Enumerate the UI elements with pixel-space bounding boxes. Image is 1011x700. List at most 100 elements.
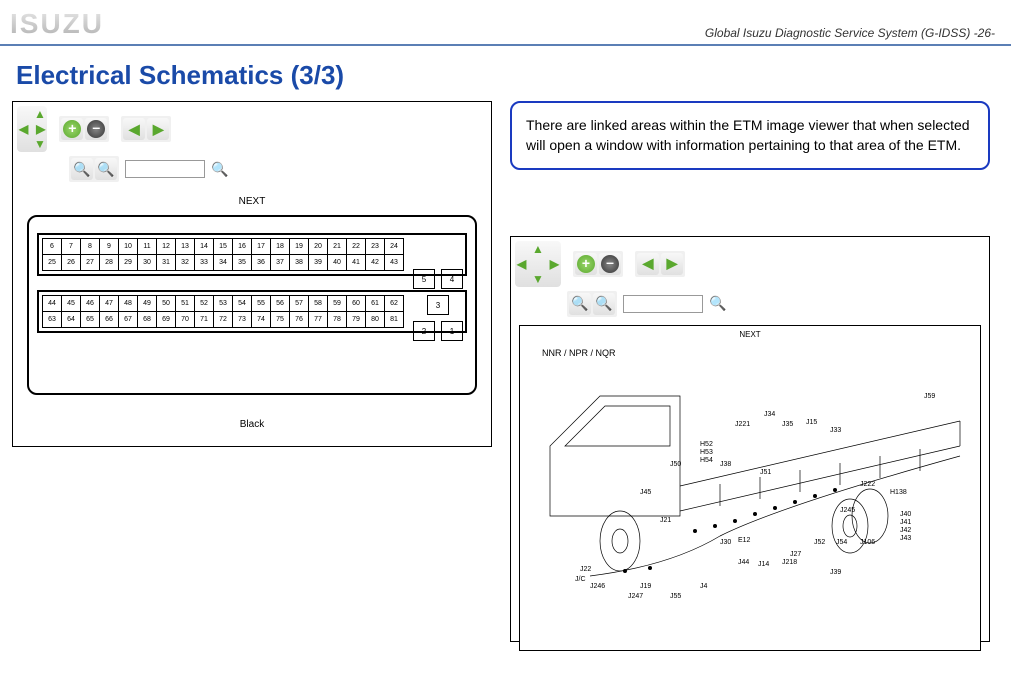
pin-cell[interactable]: 10: [119, 239, 138, 255]
pin-cell[interactable]: 61: [366, 296, 385, 312]
zoom-fit-button[interactable]: 🔍: [593, 293, 615, 315]
pin-cell[interactable]: 48: [119, 296, 138, 312]
pin-cell[interactable]: 45: [62, 296, 81, 312]
side-pins[interactable]: 5 4 3 2 1: [413, 269, 463, 341]
pin-cell[interactable]: 70: [176, 312, 195, 328]
pin-cell[interactable]: 58: [309, 296, 328, 312]
prev-button[interactable]: ◀: [123, 118, 145, 140]
pin-block-top[interactable]: 6789101112131415161718192021222324252627…: [37, 233, 467, 276]
pin-cell[interactable]: 12: [157, 239, 176, 255]
pin-cell[interactable]: 60: [347, 296, 366, 312]
pin-cell[interactable]: 51: [176, 296, 195, 312]
pin-cell[interactable]: 54: [233, 296, 252, 312]
pin-cell[interactable]: 62: [385, 296, 404, 312]
pin-cell[interactable]: 26: [62, 255, 81, 271]
pin-block-bottom[interactable]: 4445464748495051525354555657585960616263…: [37, 290, 467, 333]
pan-control[interactable]: ▲ ▼ ◀ ▶: [515, 241, 561, 287]
pin-cell[interactable]: 50: [157, 296, 176, 312]
pin-cell[interactable]: 75: [271, 312, 290, 328]
pin-cell[interactable]: 68: [138, 312, 157, 328]
pin-cell[interactable]: 13: [176, 239, 195, 255]
pin-cell[interactable]: 78: [328, 312, 347, 328]
pin-cell[interactable]: 49: [138, 296, 157, 312]
pan-left-icon[interactable]: ◀: [19, 122, 28, 136]
pin-cell[interactable]: 16: [233, 239, 252, 255]
pin-cell[interactable]: 40: [328, 255, 347, 271]
pin-cell[interactable]: 37: [271, 255, 290, 271]
pin-cell[interactable]: 67: [119, 312, 138, 328]
pin-cell[interactable]: 73: [233, 312, 252, 328]
connector-diagram[interactable]: 6789101112131415161718192021222324252627…: [27, 215, 477, 395]
pin-cell[interactable]: 42: [366, 255, 385, 271]
search-input[interactable]: [125, 160, 205, 178]
pin-cell[interactable]: 24: [385, 239, 404, 255]
pin-cell[interactable]: 33: [195, 255, 214, 271]
pin-cell[interactable]: 46: [81, 296, 100, 312]
pin-cell[interactable]: 29: [119, 255, 138, 271]
pin-cell[interactable]: 80: [366, 312, 385, 328]
pin-cell[interactable]: 32: [176, 255, 195, 271]
pin-2[interactable]: 2: [413, 321, 435, 341]
pin-3[interactable]: 3: [427, 295, 449, 315]
pin-cell[interactable]: 38: [290, 255, 309, 271]
pin-cell[interactable]: 36: [252, 255, 271, 271]
pin-cell[interactable]: 18: [271, 239, 290, 255]
pin-cell[interactable]: 71: [195, 312, 214, 328]
pin-cell[interactable]: 57: [290, 296, 309, 312]
pin-cell[interactable]: 23: [366, 239, 385, 255]
pin-cell[interactable]: 34: [214, 255, 233, 271]
pin-cell[interactable]: 63: [43, 312, 62, 328]
pin-cell[interactable]: 79: [347, 312, 366, 328]
pin-cell[interactable]: 52: [195, 296, 214, 312]
pan-down-icon[interactable]: ▼: [34, 137, 46, 151]
pin-cell[interactable]: 28: [100, 255, 119, 271]
pin-cell[interactable]: 21: [328, 239, 347, 255]
pin-cell[interactable]: 65: [81, 312, 100, 328]
pin-cell[interactable]: 39: [309, 255, 328, 271]
pan-left-icon[interactable]: ◀: [517, 257, 526, 271]
pin-cell[interactable]: 30: [138, 255, 157, 271]
pan-down-icon[interactable]: ▼: [532, 272, 544, 286]
pin-cell[interactable]: 27: [81, 255, 100, 271]
pin-cell[interactable]: 41: [347, 255, 366, 271]
pin-cell[interactable]: 17: [252, 239, 271, 255]
zoom-out-button[interactable]: –: [85, 118, 107, 140]
pin-cell[interactable]: 55: [252, 296, 271, 312]
pin-cell[interactable]: 77: [309, 312, 328, 328]
pin-cell[interactable]: 20: [309, 239, 328, 255]
pan-right-icon[interactable]: ▶: [36, 122, 45, 136]
pin-4[interactable]: 4: [441, 269, 463, 289]
pin-cell[interactable]: 69: [157, 312, 176, 328]
pin-cell[interactable]: 14: [195, 239, 214, 255]
zoom-out-button[interactable]: –: [599, 253, 621, 275]
zoom-in-button[interactable]: +: [61, 118, 83, 140]
zoom-fit-button[interactable]: 🔍: [95, 158, 117, 180]
chassis-diagram[interactable]: NEXT NNR / NPR / NQR: [519, 325, 981, 651]
pin-cell[interactable]: 59: [328, 296, 347, 312]
pin-cell[interactable]: 44: [43, 296, 62, 312]
pin-cell[interactable]: 15: [214, 239, 233, 255]
pan-right-icon[interactable]: ▶: [550, 257, 559, 271]
pin-cell[interactable]: 76: [290, 312, 309, 328]
pin-cell[interactable]: 6: [43, 239, 62, 255]
pin-5[interactable]: 5: [413, 269, 435, 289]
pin-cell[interactable]: 9: [100, 239, 119, 255]
search-icon[interactable]: 🔍: [709, 295, 726, 312]
pin-cell[interactable]: 11: [138, 239, 157, 255]
pin-cell[interactable]: 66: [100, 312, 119, 328]
next-button[interactable]: ▶: [147, 118, 169, 140]
pin-cell[interactable]: 43: [385, 255, 404, 271]
pin-cell[interactable]: 53: [214, 296, 233, 312]
pin-cell[interactable]: 35: [233, 255, 252, 271]
pin-cell[interactable]: 22: [347, 239, 366, 255]
search-input[interactable]: [623, 295, 703, 313]
search-icon[interactable]: 🔍: [211, 161, 228, 178]
pin-cell[interactable]: 25: [43, 255, 62, 271]
pin-cell[interactable]: 64: [62, 312, 81, 328]
pan-control[interactable]: ▲ ▼ ◀ ▶: [17, 106, 47, 152]
pin-cell[interactable]: 72: [214, 312, 233, 328]
pin-cell[interactable]: 7: [62, 239, 81, 255]
pan-up-icon[interactable]: ▲: [34, 107, 46, 121]
pin-cell[interactable]: 56: [271, 296, 290, 312]
zoom-reset-button[interactable]: 🔍: [71, 158, 93, 180]
